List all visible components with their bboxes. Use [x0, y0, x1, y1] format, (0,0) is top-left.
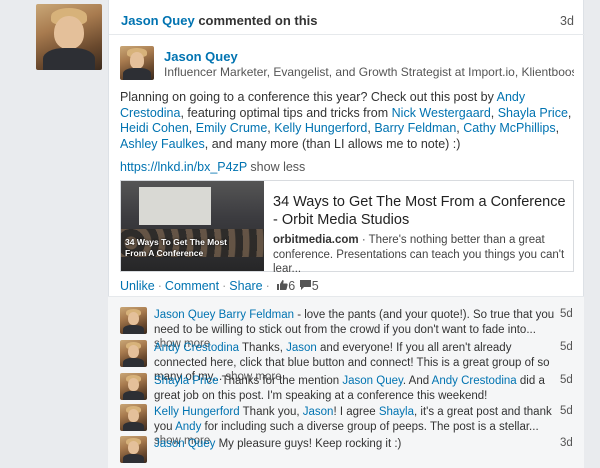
preview-thumbnail[interactable]: 34 Ways To Get The Most From A Conferenc…: [121, 181, 264, 271]
preview-description: orbitmedia.com · There's nothing better …: [273, 233, 567, 277]
post-author-name[interactable]: Jason Quey: [164, 49, 238, 64]
share-button[interactable]: Share: [229, 279, 262, 293]
mention-link[interactable]: Jason: [286, 342, 317, 354]
comment-body: Thanks,: [242, 342, 287, 354]
shortlink[interactable]: https://lnkd.in/bx_P4zP: [120, 160, 247, 174]
thumbnail-caption-line: From A Conference: [125, 248, 204, 258]
commenter-avatar[interactable]: [120, 307, 147, 334]
post-text: , and many more (than LI allows me to no…: [204, 136, 461, 151]
comment-count[interactable]: 5: [312, 279, 319, 293]
commenter-name[interactable]: Kelly Hungerford: [154, 406, 240, 418]
commenter-name[interactable]: Jason Quey: [154, 438, 215, 450]
mention-link[interactable]: Barry Feldman: [219, 309, 294, 321]
comment-body: Thank you,: [242, 406, 303, 418]
mention-link[interactable]: Barry Feldman: [374, 121, 456, 135]
post-actions: Unlike · Comment · Share · 6 5: [120, 279, 319, 294]
mention-link[interactable]: Shayla: [379, 406, 414, 418]
post-text: , featuring optimal tips and tricks from: [180, 105, 392, 120]
speech-bubble-icon: [299, 279, 312, 294]
actor-avatar[interactable]: [36, 4, 102, 70]
mention-link[interactable]: Heidi Cohen: [120, 121, 189, 135]
post-body: Planning on going to a conference this y…: [120, 90, 574, 152]
post-text: ,: [490, 105, 498, 120]
preview-title[interactable]: 34 Ways to Get The Most From a Conferenc…: [273, 193, 567, 229]
commenter-name[interactable]: Shayla Price: [154, 375, 219, 387]
post-content: Jason Quey Influencer Marketer, Evangeli…: [108, 0, 584, 296]
link-preview[interactable]: 34 Ways To Get The Most From A Conferenc…: [120, 180, 574, 275]
mention-link[interactable]: Nick Westergaard: [392, 106, 491, 120]
comment-time: 5d: [560, 308, 573, 320]
post-shortlink-row: https://lnkd.in/bx_P4zP show less: [120, 160, 305, 174]
commenter-avatar[interactable]: [120, 373, 147, 400]
mention-link[interactable]: Andy Crestodina: [432, 375, 517, 387]
comment-time: 5d: [560, 374, 573, 386]
mention-link[interactable]: Shayla Price: [498, 106, 568, 120]
comment-text: Shayla Price Thanks for the mention Jaso…: [154, 374, 558, 403]
comment-body: for including such a diverse group of pe…: [201, 420, 539, 433]
mention-link[interactable]: Jason: [303, 406, 334, 418]
comment-time: 3d: [560, 437, 573, 449]
post-text: ,: [567, 105, 572, 120]
comment-body: Thanks for the mention: [221, 375, 343, 387]
comment-button[interactable]: Comment: [165, 279, 219, 293]
thumbnail-caption-line: 34 Ways To Get The Most: [125, 237, 228, 247]
post-text: ,: [188, 121, 196, 135]
comment-body: . And: [402, 375, 432, 387]
commenter-name[interactable]: Jason Quey: [154, 309, 215, 321]
commenter-avatar[interactable]: [120, 340, 147, 367]
comment-time: 5d: [560, 405, 573, 417]
mention-link[interactable]: Ashley Faulkes: [120, 137, 205, 151]
post-author-headline: Influencer Marketer, Evangelist, and Gro…: [164, 65, 574, 79]
comment-body: - love the pants (and your quote!). So t…: [154, 309, 555, 336]
comment-body: ! I agree: [333, 406, 379, 418]
show-less-link[interactable]: show less: [250, 160, 305, 174]
preview-separator: ·: [358, 234, 369, 246]
comment-text: Jason Quey My pleasure guys! Keep rockin…: [154, 437, 558, 452]
mention-link[interactable]: Emily Crume: [196, 121, 268, 135]
comment-time: 5d: [560, 341, 573, 353]
mention-link[interactable]: Andy: [175, 421, 201, 433]
like-count[interactable]: 6: [288, 279, 295, 293]
unlike-button[interactable]: Unlike: [120, 279, 155, 293]
thumbnail-caption: 34 Ways To Get The Most From A Conferenc…: [125, 237, 227, 259]
commenter-name[interactable]: Andy Crestodina: [154, 342, 239, 354]
comments-section: Jason Quey Barry Feldman - love the pant…: [108, 296, 584, 468]
mention-link[interactable]: Cathy McPhillips: [463, 121, 555, 135]
mention-link[interactable]: Jason Quey: [342, 375, 403, 387]
post-text: Planning on going to a conference this y…: [120, 90, 497, 104]
preview-domain: orbitmedia.com: [273, 234, 359, 246]
commenter-avatar[interactable]: [120, 436, 147, 463]
comment-body: My pleasure guys! Keep rocking it :): [218, 438, 402, 450]
thumbs-up-icon: [276, 279, 288, 294]
commenter-avatar[interactable]: [120, 404, 147, 431]
post-text: ,: [555, 121, 560, 135]
mention-link[interactable]: Kelly Hungerford: [274, 121, 367, 135]
